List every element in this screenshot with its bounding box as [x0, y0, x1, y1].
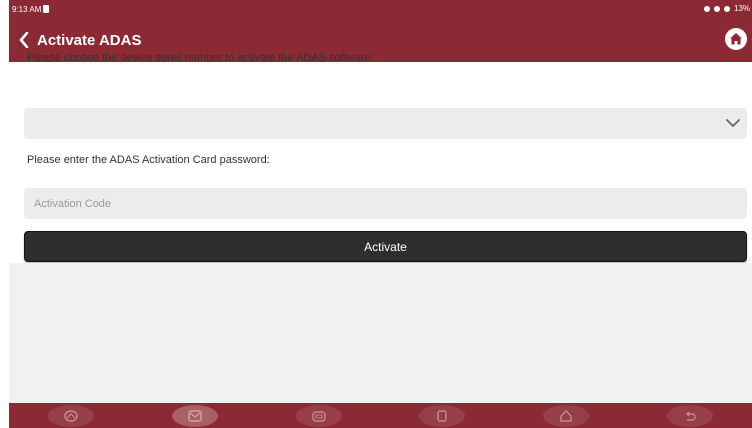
diagnose-icon — [64, 409, 78, 422]
activation-form: Please choose the device serial number t… — [9, 52, 752, 262]
sync-icon — [703, 5, 710, 12]
activation-code-input[interactable] — [24, 188, 747, 219]
car-icon — [311, 410, 326, 422]
home-nav-button[interactable] — [543, 404, 590, 427]
vehicle-button[interactable] — [295, 404, 342, 427]
wifi-icon — [723, 5, 730, 12]
location-icon — [713, 5, 720, 12]
page-title: Activate ADAS — [37, 31, 142, 49]
system-nav-bar — [9, 403, 752, 428]
chevron-down-icon — [726, 119, 740, 127]
home-button[interactable] — [725, 28, 747, 50]
status-time: 9:13 AM — [12, 5, 42, 14]
serial-number-dropdown[interactable] — [24, 108, 747, 139]
empty-content-area — [9, 263, 752, 403]
back-icon — [686, 411, 696, 421]
activation-password-label: Please enter the ADAS Activation Card pa… — [27, 154, 270, 166]
recent-apps-icon — [437, 409, 448, 422]
notification-icon — [43, 5, 49, 13]
status-icons: 13% — [703, 4, 750, 13]
recent-apps-button[interactable] — [419, 404, 466, 427]
battery-level: 13% — [733, 4, 750, 13]
serial-number-label: Please choose the device serial number t… — [27, 52, 374, 64]
status-bar: 9:13 AM 13% — [9, 0, 752, 22]
mail-icon — [188, 409, 202, 422]
diagnose-button[interactable] — [47, 404, 94, 427]
back-nav-button[interactable] — [667, 404, 714, 427]
chevron-left-icon[interactable] — [15, 29, 33, 51]
activate-button[interactable]: Activate — [24, 231, 747, 262]
screen: 9:13 AM 13% Activate ADAS Please choose … — [0, 0, 752, 428]
home-icon — [730, 33, 742, 45]
mail-button[interactable] — [171, 404, 218, 427]
home-icon — [560, 409, 572, 422]
